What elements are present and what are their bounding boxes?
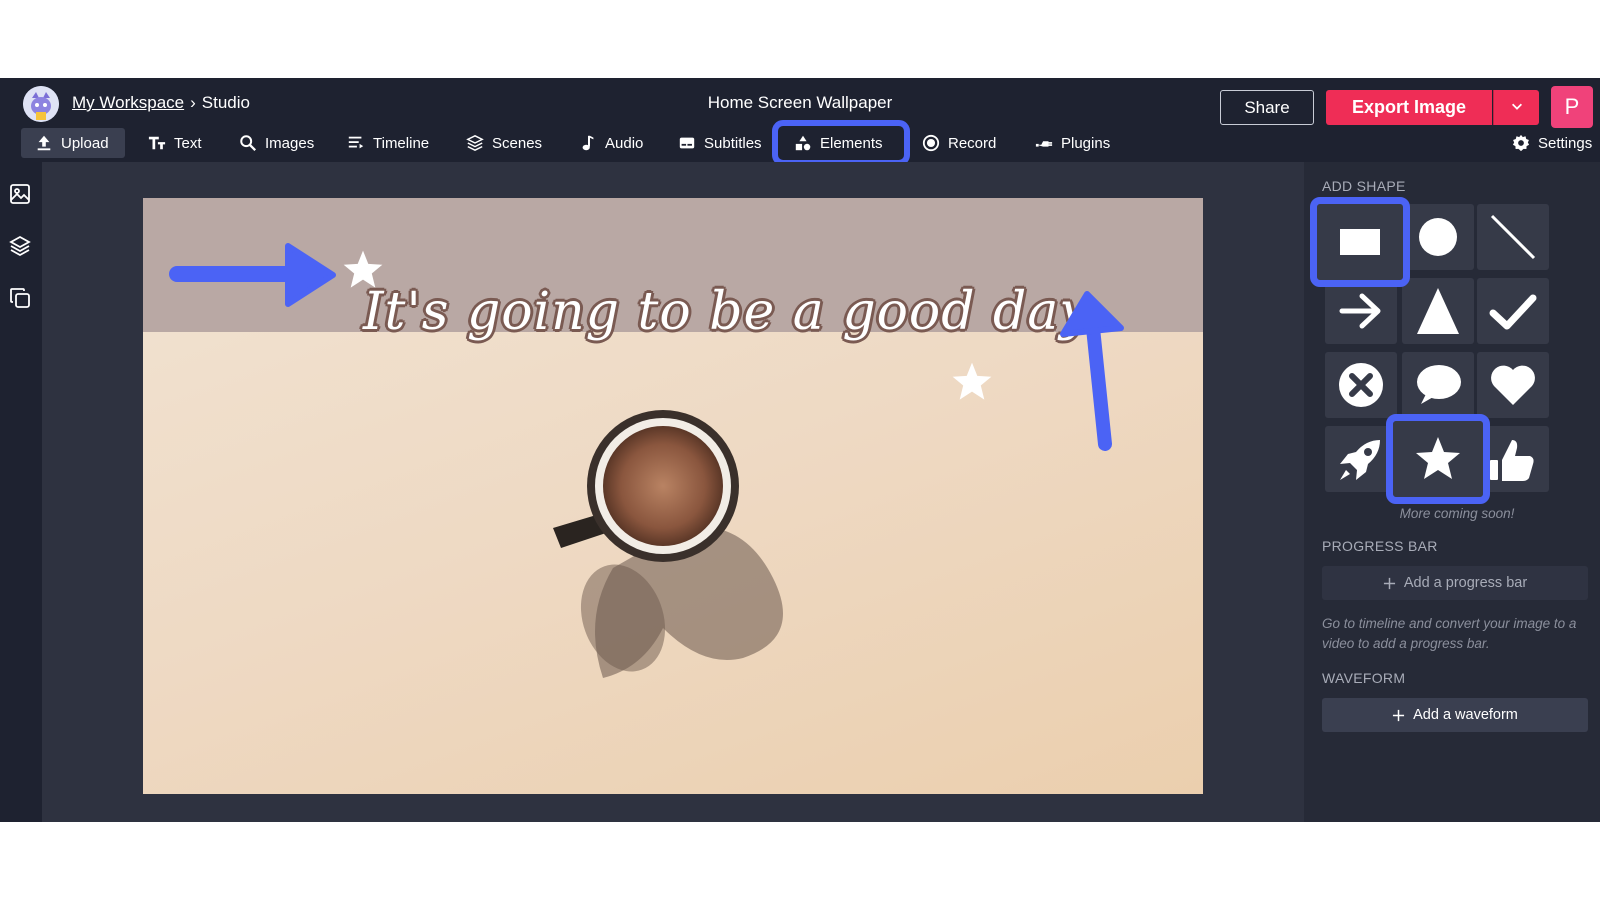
tool-label: Subtitles (704, 134, 762, 152)
tool-audio[interactable]: Audio (565, 128, 657, 158)
shape-x-circle[interactable] (1325, 352, 1397, 418)
shape-arrow[interactable] (1325, 278, 1397, 344)
add-shape-title: ADD SHAPE (1322, 178, 1406, 194)
more-coming-note: More coming soon! (1399, 506, 1515, 521)
line-icon (1490, 214, 1536, 260)
add-waveform-label: Add a waveform (1413, 707, 1518, 723)
elements-panel: ADD SHAPE More coming soon! PROGRESS BAR… (1304, 162, 1600, 822)
x-circle-icon (1339, 363, 1383, 407)
shape-speech-bubble[interactable] (1402, 352, 1474, 418)
image-icon (10, 184, 30, 204)
music-note-icon (582, 135, 594, 151)
tool-text[interactable]: Text (134, 128, 216, 158)
shape-line[interactable] (1477, 204, 1549, 270)
text-icon (148, 136, 166, 150)
star-icon (1416, 437, 1460, 479)
shape-circle[interactable] (1402, 204, 1474, 270)
tool-upload[interactable]: Upload (21, 128, 125, 158)
top-header: My Workspace › Studio Home Screen Wallpape… (0, 78, 1600, 128)
subtitles-icon (679, 137, 695, 149)
star-icon[interactable] (950, 360, 994, 404)
add-waveform-button[interactable]: Add a waveform (1322, 698, 1588, 732)
canvas-stage: It's going to be a good day. (42, 162, 1304, 822)
tool-label: Upload (61, 134, 109, 152)
record-icon (922, 134, 940, 152)
triangle-icon (1417, 288, 1459, 334)
rail-layers-button[interactable] (8, 234, 32, 258)
plus-icon (1383, 577, 1395, 589)
settings-label: Settings (1538, 134, 1593, 152)
user-avatar[interactable]: P (1551, 86, 1593, 128)
heart-icon (1491, 365, 1535, 405)
checkmark-icon (1489, 294, 1537, 330)
rectangle-icon (1340, 229, 1380, 255)
tool-label: Plugins (1061, 134, 1111, 152)
tool-label: Record (948, 134, 997, 152)
plus-icon (1393, 709, 1405, 721)
studio-app: My Workspace › Studio Home Screen Wallpape… (0, 78, 1600, 822)
shapes-icon (795, 135, 811, 151)
shape-checkmark[interactable] (1477, 278, 1549, 344)
shape-rectangle[interactable] (1310, 197, 1410, 287)
shape-thumbs-up[interactable] (1477, 426, 1549, 492)
add-progress-bar-label: Add a progress bar (1403, 575, 1528, 591)
shape-heart[interactable] (1477, 352, 1549, 418)
tool-images[interactable]: Images (225, 128, 328, 158)
tool-timeline[interactable]: Timeline (333, 128, 443, 158)
export-image-button[interactable]: Export Image (1326, 90, 1492, 125)
timeline-icon (348, 136, 364, 149)
chevron-down-icon (1511, 103, 1522, 110)
export-options-button[interactable] (1493, 90, 1539, 125)
arrow-right-icon (1339, 293, 1381, 329)
progress-bar-title: PROGRESS BAR (1322, 538, 1438, 554)
tool-label: Elements (820, 134, 883, 152)
waveform-title: WAVEFORM (1322, 670, 1406, 686)
shape-rocket[interactable] (1325, 426, 1397, 492)
tool-subtitles[interactable]: Subtitles (664, 128, 776, 158)
layers-icon (466, 134, 484, 152)
layers-icon (9, 235, 31, 257)
tool-elements[interactable]: Elements (772, 120, 910, 166)
rocket-icon (1340, 440, 1380, 480)
main-toolbar: Upload Text Images Timeline Scenes Audio… (0, 120, 1600, 166)
rail-duplicate-button[interactable] (8, 286, 32, 310)
plug-icon (1035, 141, 1053, 147)
share-button[interactable]: Share (1220, 90, 1314, 125)
upload-icon (37, 135, 51, 151)
add-progress-bar-button[interactable]: Add a progress bar (1322, 566, 1588, 600)
copy-icon (10, 288, 30, 308)
tool-record[interactable]: Record (908, 128, 1010, 158)
design-canvas[interactable]: It's going to be a good day. (143, 198, 1203, 794)
speech-bubble-icon (1417, 365, 1461, 404)
rail-media-button[interactable] (8, 182, 32, 206)
tool-label: Images (265, 134, 315, 152)
tool-plugins[interactable]: Plugins (1021, 128, 1124, 158)
tool-label: Audio (605, 134, 644, 152)
thumbs-up-icon (1490, 440, 1534, 481)
tool-label: Scenes (492, 134, 543, 152)
left-rail (0, 162, 42, 822)
tool-label: Timeline (373, 134, 430, 152)
settings-button[interactable]: Settings (1498, 128, 1600, 158)
gear-icon (1512, 134, 1530, 152)
tool-scenes[interactable]: Scenes (452, 128, 556, 158)
progress-bar-note: Go to timeline and convert your image to… (1322, 616, 1577, 651)
shape-star[interactable] (1386, 414, 1490, 504)
circle-icon (1419, 218, 1457, 256)
tool-label: Text (174, 134, 202, 152)
headline-text[interactable]: It's going to be a good day. (363, 282, 1100, 342)
shape-triangle[interactable] (1402, 278, 1474, 344)
search-icon (240, 135, 257, 152)
